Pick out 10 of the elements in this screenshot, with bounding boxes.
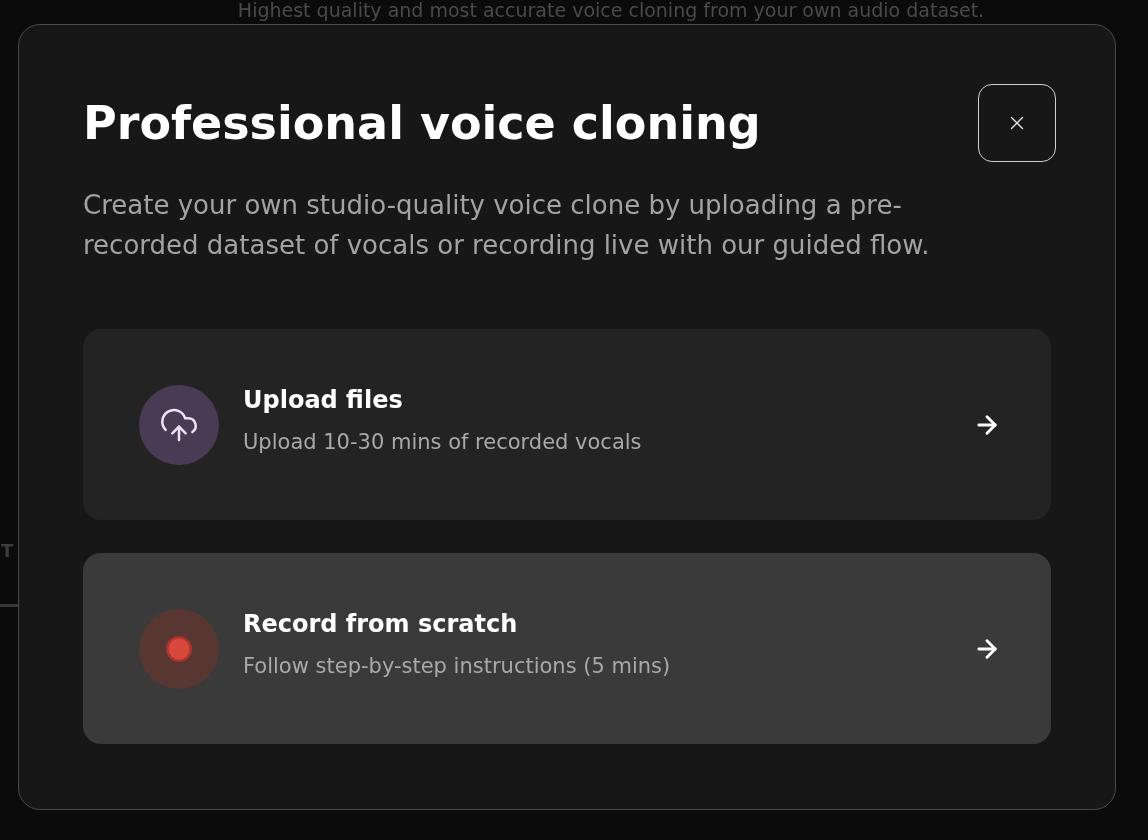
- dialog-title: Professional voice cloning: [83, 95, 761, 151]
- dialog-description: Create your own studio-quality voice clone by uploading a pre-recorded dataset of vocals or recording live with our guided flow.: [83, 189, 931, 262]
- option-description: Upload 10-30 mins of recorded vocals: [243, 428, 642, 455]
- option-title: Upload files: [243, 384, 403, 415]
- option-title: Record from scratch: [243, 608, 518, 639]
- close-button[interactable]: [978, 84, 1056, 162]
- option-description: Follow step-by-step instructions (5 mins): [243, 652, 671, 679]
- option-card[interactable]: Record from scratch Follow step-by-step instructions (5 mins): [83, 553, 1051, 744]
- page-subtitle: Highest quality and most accurate voice cloning from your own audio dataset.: [236, 0, 986, 22]
- option-card[interactable]: Upload files Upload 10-30 mins of recorded vocals: [83, 329, 1051, 520]
